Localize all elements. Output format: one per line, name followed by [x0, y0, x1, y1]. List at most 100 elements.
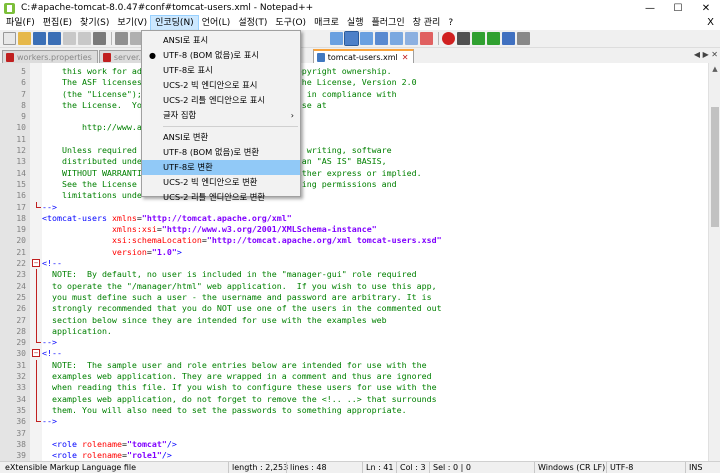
folder-workspace-icon[interactable]: [405, 32, 418, 45]
code-line[interactable]: 22− <!--: [16, 258, 708, 269]
menu-file[interactable]: 파일(F): [2, 16, 39, 30]
menu-settings[interactable]: 설정(T): [234, 16, 271, 30]
title-bar: C:#apache-tomcat-8.0.47#conf#tomcat-user…: [0, 0, 720, 16]
encoding-menu-item[interactable]: 글자 집합 ›: [142, 108, 300, 123]
play-macro-icon[interactable]: [472, 32, 485, 45]
stop-macro-icon[interactable]: [457, 32, 470, 45]
record-macro-icon[interactable]: [442, 32, 455, 45]
close-file-icon[interactable]: [63, 32, 76, 45]
code-line[interactable]: 37: [16, 428, 708, 439]
code-token-tag: />: [166, 438, 177, 449]
encoding-menu-item[interactable]: UCS-2 빅 엔디안으로 변환: [142, 175, 300, 190]
code-line[interactable]: 19 xmlns:xsi="http://www.w3.org/2001/XML…: [16, 224, 708, 235]
tab-scroll-arrows-icon[interactable]: ◀ ▶ ✕: [694, 50, 718, 59]
code-token-cm: them. You will also need to set the pass…: [42, 404, 407, 415]
indent-guide-icon[interactable]: [360, 32, 373, 45]
menu-search[interactable]: 찾기(S): [76, 16, 113, 30]
status-eol[interactable]: Windows (CR LF): [534, 462, 605, 473]
menu-help[interactable]: ?: [444, 16, 457, 30]
status-bar: eXtensible Markup Language file length :…: [0, 461, 720, 473]
function-list-icon[interactable]: [390, 32, 403, 45]
code-line[interactable]: 39 <role rolename="role1"/>: [16, 450, 708, 461]
tab-label: tomcat-users.xml: [327, 52, 398, 62]
code-token-tag: <role: [52, 450, 82, 461]
menu-plugins[interactable]: 플러그인: [367, 16, 408, 30]
code-token-cm: http://www.a: [42, 122, 142, 133]
encoding-menu-item[interactable]: UCS-2 리틀 엔디안으로 변환: [142, 190, 300, 205]
code-token-attr: xmlns: [111, 212, 137, 223]
cut-icon[interactable]: [115, 32, 128, 45]
show-all-chars-icon[interactable]: [344, 31, 359, 46]
toolbar-separator: [438, 32, 439, 45]
status-insert-mode[interactable]: INS: [685, 462, 702, 473]
code-line[interactable]: 29 -->: [16, 337, 708, 348]
menu-edit[interactable]: 편집(E): [39, 16, 76, 30]
print-icon[interactable]: [93, 32, 106, 45]
fold-line: [36, 325, 37, 338]
code-line[interactable]: 18 <tomcat-users xmlns="http://tomcat.apa…: [16, 212, 708, 224]
code-line[interactable]: 30− <!--: [16, 348, 708, 359]
close-document-icon[interactable]: X: [707, 16, 714, 30]
line-number: 38: [16, 439, 26, 449]
word-wrap-icon[interactable]: [330, 32, 343, 45]
code-line[interactable]: 23 NOTE: By default, no user is included…: [16, 269, 708, 281]
code-line[interactable]: 21 version="1.0">: [16, 247, 708, 258]
scrollbar-thumb[interactable]: [711, 107, 719, 227]
menu-language[interactable]: 언어(L): [198, 16, 235, 30]
encoding-menu-item[interactable]: UCS-2 빅 엔디안으로 표시: [142, 78, 300, 93]
doc-map-icon[interactable]: [375, 32, 388, 45]
code-line[interactable]: 28 application.: [16, 325, 708, 338]
code-line[interactable]: 33 when reading this file. If you wish t…: [16, 382, 708, 394]
run-macro-multiple-icon[interactable]: [487, 32, 500, 45]
code-line[interactable]: 34 examples web application, do not forg…: [16, 393, 708, 405]
status-file-type: eXtensible Markup Language file: [5, 463, 137, 472]
fold-toggle-icon[interactable]: −: [32, 259, 40, 268]
code-line[interactable]: 36 -->: [16, 416, 708, 427]
tab-tomcat-users-xml[interactable]: tomcat-users.xml ✕: [312, 49, 415, 63]
tab-workers-properties[interactable]: workers.properties: [2, 50, 98, 63]
save-macro-icon[interactable]: [502, 32, 515, 45]
encoding-menu-item[interactable]: ANSI로 표시: [142, 33, 300, 48]
menu-run[interactable]: 실행: [343, 16, 368, 30]
status-lines: lines : 48: [286, 462, 327, 473]
code-editor[interactable]: 5 this work for ad copyright ownership. 6…: [0, 63, 720, 461]
code-line[interactable]: 20 xsi:schemaLocation="http://tomcat.apa…: [16, 235, 708, 246]
close-button[interactable]: ✕: [692, 0, 720, 16]
fold-end: [36, 201, 41, 208]
code-line[interactable]: 38 <role rolename="tomcat"/>: [16, 438, 708, 450]
code-line[interactable]: 24 to operate the "/manager/html" web ap…: [16, 280, 708, 292]
save-icon[interactable]: [33, 32, 46, 45]
scroll-up-icon[interactable]: ▲: [709, 63, 720, 75]
status-encoding[interactable]: UTF-8: [606, 462, 633, 473]
code-line[interactable]: 26 strongly recommended that you do NOT …: [16, 303, 708, 315]
toolbar-extra-icon[interactable]: [517, 32, 530, 45]
menu-view[interactable]: 보기(V): [113, 16, 151, 30]
code-line[interactable]: 31 NOTE: The sample user and role entrie…: [16, 359, 708, 372]
open-file-icon[interactable]: [18, 32, 31, 45]
encoding-menu-item[interactable]: UTF-8로 변환: [142, 160, 300, 175]
vertical-scrollbar[interactable]: ▲: [708, 63, 720, 461]
encoding-menu-item[interactable]: UCS-2 리틀 엔디안으로 표시: [142, 93, 300, 108]
encoding-menu-item[interactable]: ANSI로 변환: [142, 130, 300, 145]
notepadpp-app-icon: [4, 2, 15, 14]
encoding-menu-item[interactable]: UTF-8로 표시: [142, 63, 300, 78]
new-file-icon[interactable]: [3, 32, 16, 45]
save-all-icon[interactable]: [48, 32, 61, 45]
menu-encoding[interactable]: 인코딩(N): [150, 15, 199, 31]
menu-window[interactable]: 창 관리: [409, 16, 445, 30]
code-line[interactable]: 25 you must define such a user - the use…: [16, 291, 708, 304]
code-line[interactable]: 32 examples web application. They are wr…: [16, 371, 708, 383]
encoding-menu-item[interactable]: UTF-8 (BOM 없음)로 변환: [142, 145, 300, 160]
close-all-icon[interactable]: [78, 32, 91, 45]
encoding-menu-item[interactable]: ● UTF-8 (BOM 없음)로 표시: [142, 48, 300, 63]
monitoring-icon[interactable]: [420, 32, 433, 45]
menu-tools[interactable]: 도구(O): [271, 16, 310, 30]
code-line[interactable]: 35 them. You will also need to set the p…: [16, 404, 708, 417]
tab-close-icon[interactable]: ✕: [402, 53, 409, 62]
fold-toggle-icon[interactable]: −: [32, 349, 40, 358]
menu-macro[interactable]: 매크로: [310, 16, 343, 30]
code-line[interactable]: 27 section below since they are intended…: [16, 314, 708, 326]
maximize-button[interactable]: ☐: [664, 0, 692, 16]
minimize-button[interactable]: —: [636, 0, 664, 16]
line-number: 33: [16, 383, 26, 393]
